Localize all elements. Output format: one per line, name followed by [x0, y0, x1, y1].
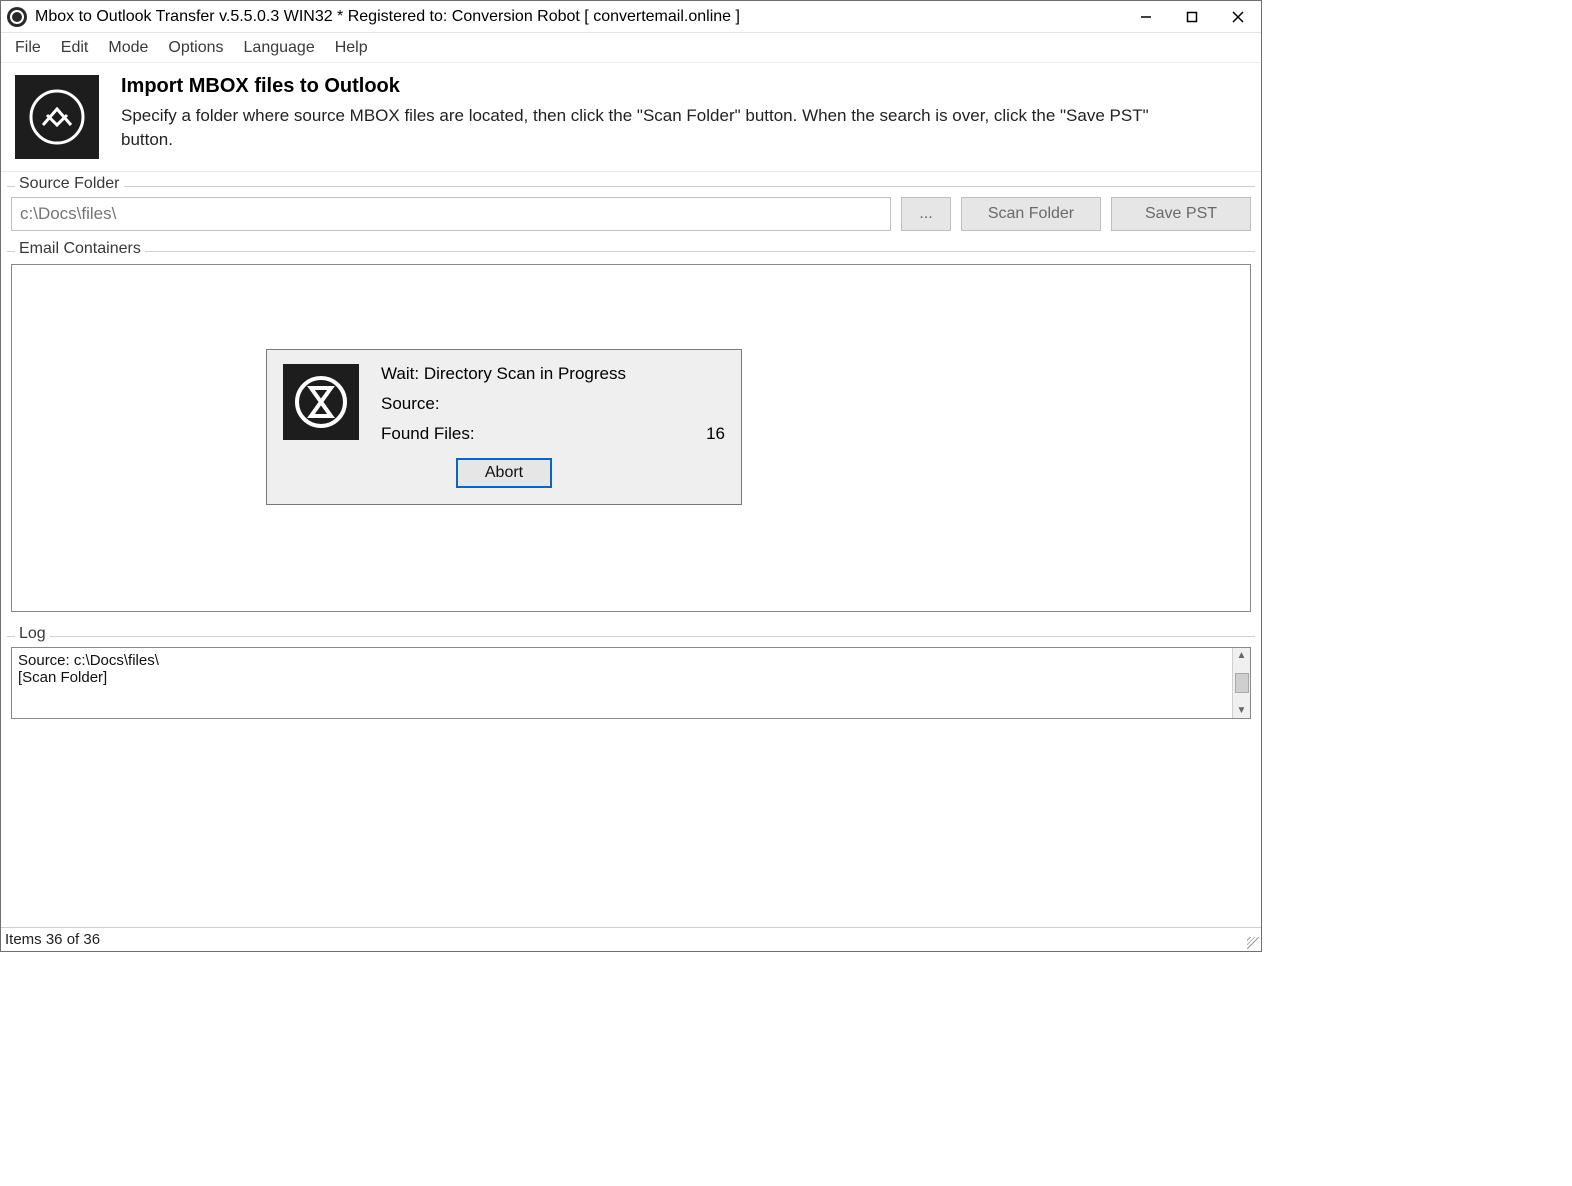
source-folder-legend: Source Folder: [15, 175, 124, 193]
maximize-icon: [1186, 11, 1198, 23]
window-title: Mbox to Outlook Transfer v.5.5.0.3 WIN32…: [33, 8, 740, 26]
title-bar: Mbox to Outlook Transfer v.5.5.0.3 WIN32…: [1, 1, 1261, 33]
main-window: Mbox to Outlook Transfer v.5.5.0.3 WIN32…: [0, 0, 1262, 952]
header-title: Import MBOX files to Outlook: [121, 75, 1181, 98]
menu-language[interactable]: Language: [234, 35, 325, 61]
maximize-button[interactable]: [1169, 1, 1215, 32]
dialog-found-value: 16: [706, 424, 725, 444]
scan-progress-dialog: Wait: Directory Scan in Progress Source:…: [266, 349, 742, 505]
scan-folder-button[interactable]: Scan Folder: [961, 197, 1101, 231]
dialog-source-label: Source:: [381, 394, 440, 414]
menu-options[interactable]: Options: [158, 35, 233, 61]
email-containers-group: Email Containers Wait: Directory Scan in…: [7, 251, 1255, 618]
log-legend: Log: [15, 625, 50, 643]
minimize-button[interactable]: [1123, 1, 1169, 32]
status-text: Items 36 of 36: [5, 931, 100, 948]
dialog-title: Wait: Directory Scan in Progress: [381, 364, 725, 384]
hourglass-icon: [283, 364, 359, 440]
scroll-down-icon[interactable]: ▼: [1237, 703, 1247, 718]
source-folder-group: Source Folder ... Scan Folder Save PST: [7, 186, 1255, 237]
menu-mode[interactable]: Mode: [98, 35, 158, 61]
menu-bar: File Edit Mode Options Language Help: [1, 33, 1261, 63]
save-pst-button[interactable]: Save PST: [1111, 197, 1251, 231]
log-group: Log Source: c:\Docs\files\ [Scan Folder]…: [7, 636, 1255, 725]
dialog-found-label: Found Files:: [381, 424, 475, 444]
header-panel: Import MBOX files to Outlook Specify a f…: [1, 63, 1261, 172]
abort-button[interactable]: Abort: [456, 458, 552, 488]
scroll-thumb[interactable]: [1235, 673, 1249, 693]
email-containers-list[interactable]: Wait: Directory Scan in Progress Source:…: [11, 264, 1251, 612]
minimize-icon: [1140, 11, 1152, 23]
close-button[interactable]: [1215, 1, 1261, 32]
menu-help[interactable]: Help: [325, 35, 378, 61]
source-path-input[interactable]: [11, 197, 891, 231]
window-controls: [1123, 1, 1261, 32]
menu-edit[interactable]: Edit: [51, 35, 99, 61]
status-bar: Items 36 of 36: [1, 927, 1261, 951]
app-icon: [7, 7, 27, 27]
app-logo-icon: [15, 75, 99, 159]
scroll-up-icon[interactable]: ▲: [1237, 648, 1247, 663]
email-containers-legend: Email Containers: [15, 240, 145, 258]
browse-button[interactable]: ...: [901, 197, 951, 231]
log-scrollbar[interactable]: ▲ ▼: [1232, 648, 1250, 718]
header-description: Specify a folder where source MBOX files…: [121, 104, 1181, 152]
close-icon: [1232, 11, 1244, 23]
log-textarea[interactable]: Source: c:\Docs\files\ [Scan Folder]: [12, 648, 1232, 718]
menu-file[interactable]: File: [5, 35, 51, 61]
